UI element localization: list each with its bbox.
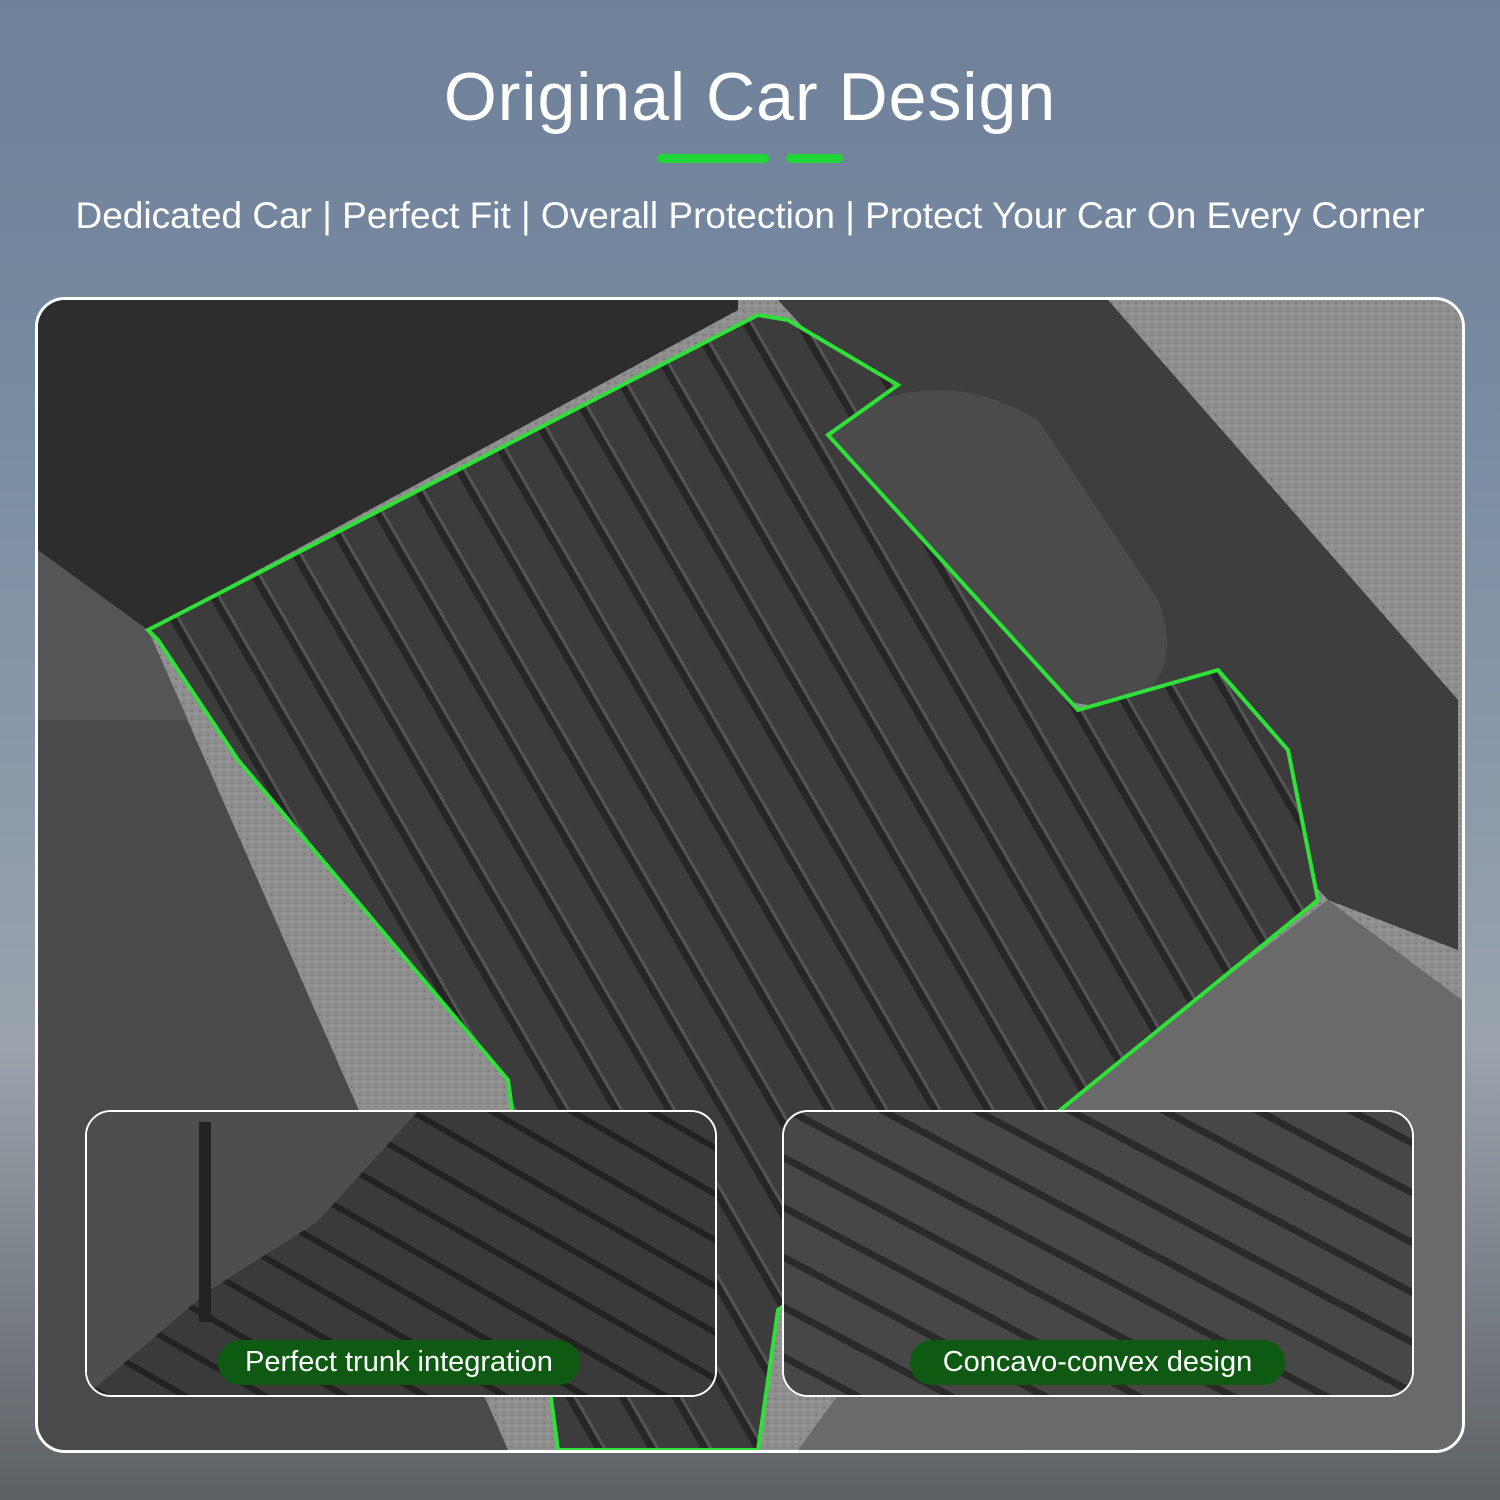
inset-label-concavo-convex: Concavo-convex design	[910, 1340, 1285, 1385]
accent-dash-long	[657, 154, 769, 163]
inset-label-trunk-integration: Perfect trunk integration	[218, 1340, 580, 1385]
accent-dash-short	[786, 154, 843, 163]
page-title: Original Car Design	[443, 59, 1057, 135]
feature-subtitle: Dedicated Car | Perfect Fit | Overall Pr…	[75, 195, 1425, 236]
